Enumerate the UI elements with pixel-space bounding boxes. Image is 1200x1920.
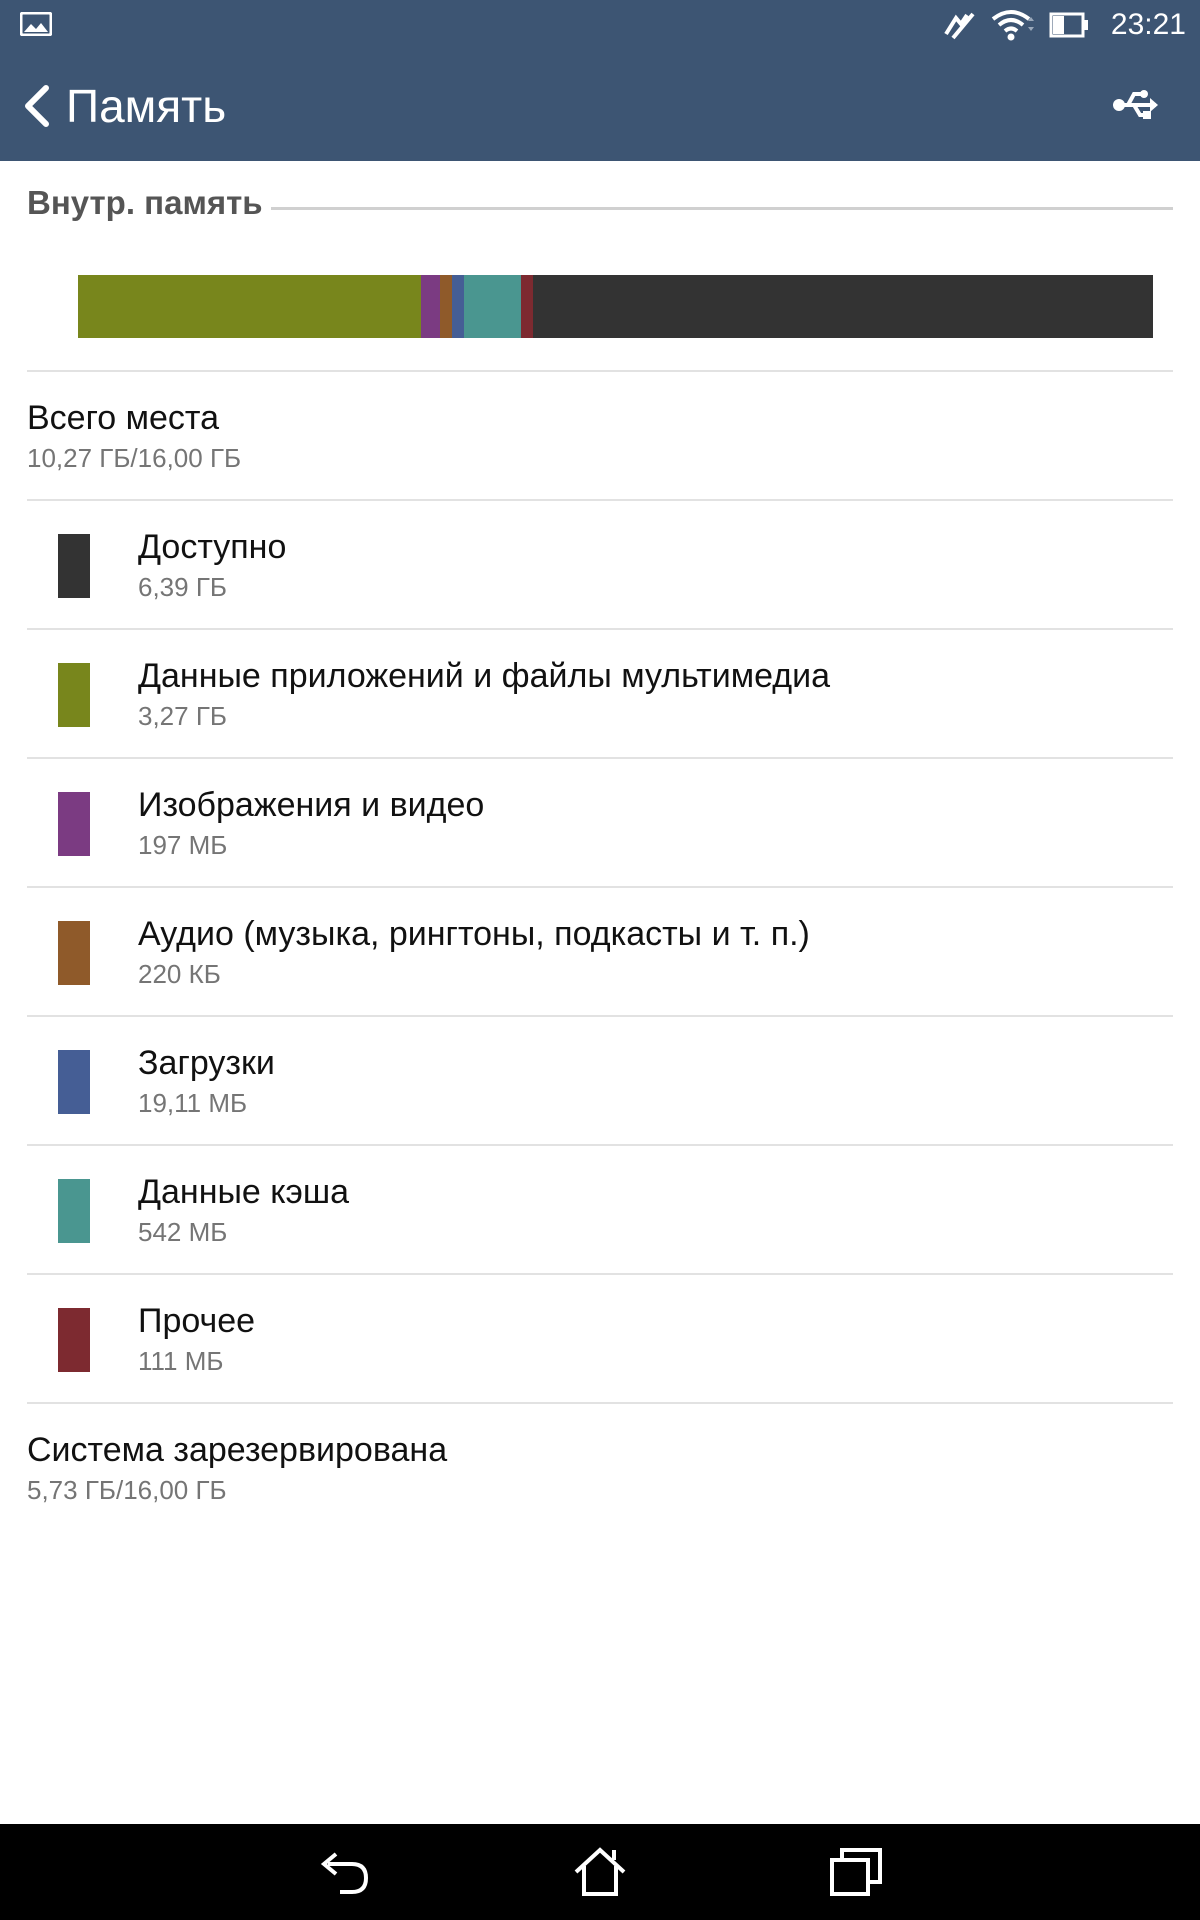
item-value: 220 КБ [138,959,221,989]
list-item-images-video[interactable]: Изображения и видео 197 МБ [27,759,1173,887]
storage-segment-downloads [452,275,464,338]
recent-apps-icon[interactable] [826,1842,886,1902]
storage-segment-other [520,275,533,338]
item-title: Прочее [138,1302,256,1340]
storage-usage-bar[interactable] [78,275,1153,338]
system-reserved-item: Система зарезервирована 5,73 ГБ/16,00 ГБ [27,1404,1173,1532]
item-title: Загрузки [138,1044,275,1082]
item-title: Аудио (музыка, рингтоны, подкасты и т. п… [138,915,810,953]
color-swatch [58,1050,90,1114]
list-item-cache[interactable]: Данные кэша 542 МБ [27,1146,1173,1274]
storage-segment-apps [78,275,421,338]
storage-segment-cache [463,275,521,338]
usb-icon[interactable] [1112,82,1162,128]
item-value: 542 МБ [138,1217,228,1247]
back-button[interactable]: Память [22,50,226,161]
item-title: Изображения и видео [138,786,485,824]
color-swatch [58,534,90,598]
list-item-available[interactable]: Доступно 6,39 ГБ [27,501,1173,629]
item-value: 6,39 ГБ [138,572,227,602]
item-value: 111 МБ [138,1346,224,1376]
image-notification-icon [20,12,52,36]
item-title: Данные кэша [138,1173,350,1211]
status-time: 23:21 [1110,8,1186,41]
color-swatch [58,792,90,856]
total-space-title: Всего места [27,399,219,437]
color-swatch [58,663,90,727]
total-space-item[interactable]: Всего места 10,27 ГБ/16,00 ГБ [27,372,1173,500]
system-reserved-title: Система зарезервирована [27,1431,448,1469]
item-value: 3,27 ГБ [138,701,227,731]
storage-segment-images [420,275,441,338]
app-bar: Память [0,50,1200,161]
section-title: Внутр. память [27,184,263,221]
vibrate-off-icon [944,12,975,40]
color-swatch [58,1179,90,1243]
wifi-icon [991,10,1034,41]
color-swatch [58,1308,90,1372]
page-title: Память [66,79,227,132]
back-nav-icon[interactable] [314,1842,374,1902]
color-swatch [58,921,90,985]
list-item-apps-media[interactable]: Данные приложений и файлы мультимедиа 3,… [27,630,1173,758]
battery-icon [1049,12,1088,38]
total-space-value: 10,27 ГБ/16,00 ГБ [27,443,242,473]
list-item-downloads[interactable]: Загрузки 19,11 МБ [27,1017,1173,1145]
status-bar: 23:21 [0,0,1200,50]
storage-segment-available [532,275,1153,338]
list-item-other[interactable]: Прочее 111 МБ [27,1275,1173,1403]
item-title: Доступно [138,528,287,566]
item-value: 19,11 МБ [138,1088,248,1118]
chevron-left-icon [25,84,49,127]
item-title: Данные приложений и файлы мультимедиа [138,657,830,695]
section-divider [270,206,1173,210]
item-value: 197 МБ [138,830,228,860]
storage-segment-audio [440,275,453,338]
section-header-internal-storage: Внутр. память [27,183,1173,223]
navigation-bar [0,1824,1200,1920]
list-item-audio[interactable]: Аудио (музыка, рингтоны, подкасты и т. п… [27,888,1173,1016]
home-nav-icon[interactable] [570,1842,630,1902]
system-reserved-value: 5,73 ГБ/16,00 ГБ [27,1475,227,1505]
